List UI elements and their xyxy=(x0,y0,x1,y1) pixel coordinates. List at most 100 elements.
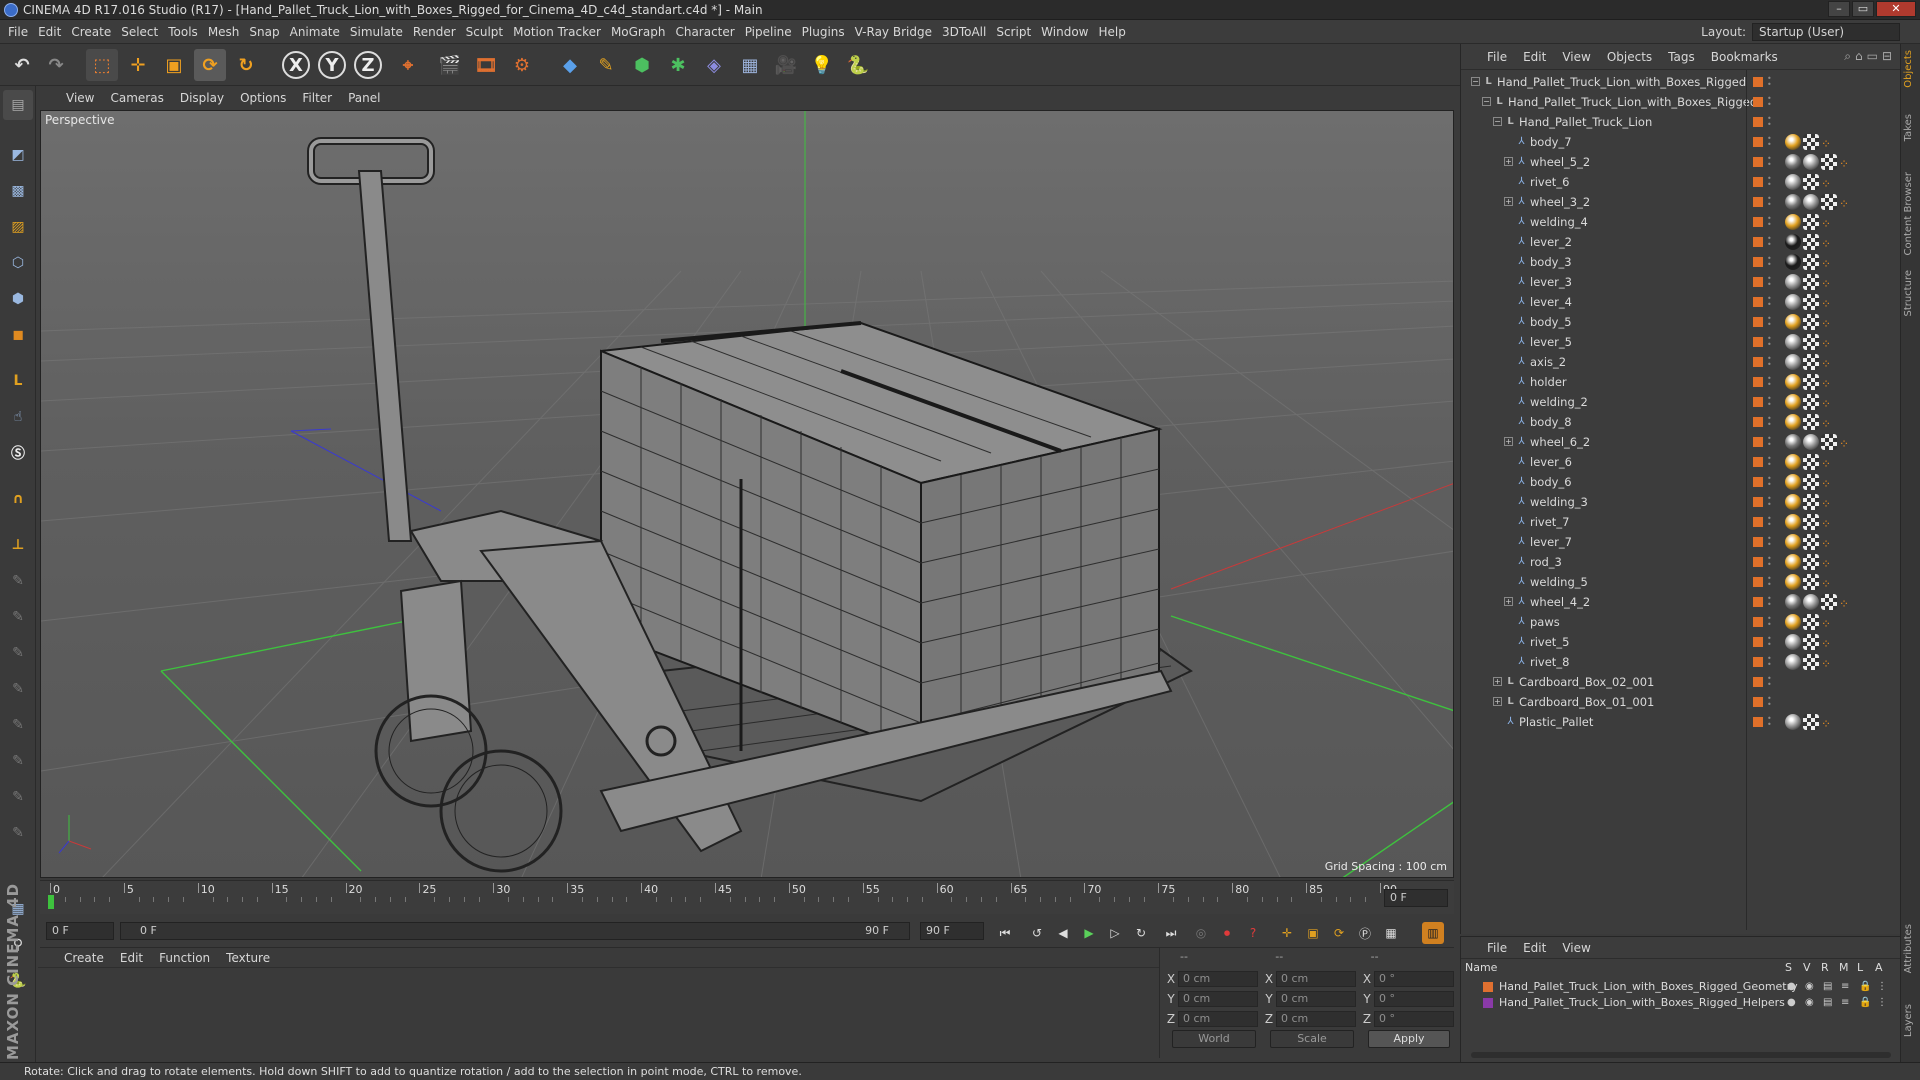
object-tag-icon[interactable]: ⁘ xyxy=(1839,194,1855,211)
visibility-dots-icon[interactable]: • • xyxy=(1767,315,1772,329)
menu-render[interactable]: Render xyxy=(413,25,456,39)
object-tag-icon[interactable] xyxy=(1785,274,1801,290)
object-tag-icon[interactable] xyxy=(1803,634,1819,650)
layer-color-flag[interactable] xyxy=(1753,557,1763,567)
end-frame-field[interactable]: 90 F xyxy=(920,922,984,940)
object-row[interactable]: ⅄ lever_6 • • ⁘ xyxy=(1461,452,1901,472)
menu-window[interactable]: Window xyxy=(1041,25,1088,39)
object-tag-icon[interactable] xyxy=(1785,354,1801,370)
object-tag-icon[interactable]: ⁘ xyxy=(1821,714,1837,731)
layer-row[interactable]: Hand_Pallet_Truck_Lion_with_Boxes_Rigged… xyxy=(1461,995,1901,1011)
material-menu-create[interactable]: Create xyxy=(64,951,104,965)
layer-color-flag[interactable] xyxy=(1753,657,1763,667)
object-tag-icon[interactable] xyxy=(1785,614,1801,630)
layer-render-toggle-icon[interactable]: ▤ xyxy=(1823,979,1832,995)
object-row[interactable]: ⅄ body_3 • • ⁘ xyxy=(1461,252,1901,272)
expand-toggle-icon[interactable]: − xyxy=(1493,117,1502,126)
object-tag-icon[interactable] xyxy=(1803,414,1819,430)
close-button[interactable]: ✕ xyxy=(1876,1,1916,17)
timeline-ruler[interactable]: 051015202530354045505560657075808590 0 F xyxy=(40,880,1454,914)
tweak-mode-icon[interactable]: ☝ xyxy=(3,402,33,432)
visibility-dots-icon[interactable]: • • xyxy=(1767,695,1772,709)
object-row[interactable]: ⅄ rivet_8 • • ⁘ xyxy=(1461,652,1901,672)
tab-objects[interactable]: Objects xyxy=(1903,50,1919,88)
object-tag-icon[interactable] xyxy=(1803,454,1819,470)
object-row[interactable]: − L Hand_Pallet_Truck_Lion • • xyxy=(1461,112,1901,132)
layer-color-flag[interactable] xyxy=(1753,477,1763,487)
sculpt-brush-3-icon[interactable]: ✎ xyxy=(3,638,33,668)
sculpt-brush-8-icon[interactable]: ✎ xyxy=(3,818,33,848)
layer-color-flag[interactable] xyxy=(1753,197,1763,207)
recent-tool-icon[interactable]: ↻ xyxy=(230,49,262,81)
layer-menu-file[interactable]: File xyxy=(1487,941,1507,955)
layer-render-toggle-icon[interactable]: ▤ xyxy=(1823,995,1832,1011)
edges-mode-icon[interactable]: ⬢ xyxy=(3,284,33,314)
object-tag-icon[interactable] xyxy=(1821,594,1837,610)
layer-visible-toggle-icon[interactable]: ◉ xyxy=(1805,979,1814,995)
object-tag-icon[interactable] xyxy=(1785,294,1801,310)
layer-color-flag[interactable] xyxy=(1753,217,1763,227)
layer-locked-toggle-icon[interactable]: 🔒 xyxy=(1859,979,1871,995)
menu-edit[interactable]: Edit xyxy=(38,25,61,39)
key-scale-icon[interactable]: ▣ xyxy=(1302,922,1324,944)
object-menu-view[interactable]: View xyxy=(1562,50,1590,64)
scale-icon[interactable]: ▣ xyxy=(158,49,190,81)
undo-icon[interactable]: ↶ xyxy=(6,49,38,81)
object-tag-icon[interactable]: ⁘ xyxy=(1821,634,1837,651)
layer-color-flag[interactable] xyxy=(1753,177,1763,187)
floor-icon[interactable]: ▦ xyxy=(734,49,766,81)
sculpt-brush-4-icon[interactable]: ✎ xyxy=(3,674,33,704)
layer-menu-edit[interactable]: Edit xyxy=(1523,941,1546,955)
object-tag-icon[interactable] xyxy=(1803,434,1819,450)
move-icon[interactable]: ✛ xyxy=(122,49,154,81)
snap-icon[interactable]: Ⓢ xyxy=(3,438,33,468)
visibility-dots-icon[interactable]: • • xyxy=(1767,235,1772,249)
expand-toggle-icon[interactable]: + xyxy=(1504,197,1513,206)
visibility-dots-icon[interactable]: • • xyxy=(1767,555,1772,569)
coordinate-system-icon[interactable]: ⌖ xyxy=(392,49,424,81)
key-point-level-icon[interactable]: ▦ xyxy=(1380,922,1402,944)
render-picture-viewer-icon[interactable]: 🎞 xyxy=(470,49,502,81)
layer-color-flag[interactable] xyxy=(1753,437,1763,447)
object-row[interactable]: + ⅄ wheel_3_2 • • ⁘ xyxy=(1461,192,1901,212)
coord-value-field[interactable]: 0 cm xyxy=(1276,991,1356,1007)
object-tag-icon[interactable]: ⁘ xyxy=(1821,334,1837,351)
layer-scrollbar[interactable] xyxy=(1471,1052,1891,1058)
object-tag-icon[interactable]: ⁘ xyxy=(1821,374,1837,391)
object-tag-icon[interactable] xyxy=(1821,194,1837,210)
material-menu-texture[interactable]: Texture xyxy=(226,951,270,965)
object-row[interactable]: ⅄ paws • • ⁘ xyxy=(1461,612,1901,632)
object-tag-icon[interactable] xyxy=(1785,314,1801,330)
object-row[interactable]: ⅄ rod_3 • • ⁘ xyxy=(1461,552,1901,572)
sculpt-brush-2-icon[interactable]: ✎ xyxy=(3,602,33,632)
object-tag-icon[interactable]: ⁘ xyxy=(1821,654,1837,671)
sculpt-brush-6-icon[interactable]: ✎ xyxy=(3,746,33,776)
object-row[interactable]: ⅄ welding_3 • • ⁘ xyxy=(1461,492,1901,512)
menu-v-ray-bridge[interactable]: V-Ray Bridge xyxy=(855,25,932,39)
menu-create[interactable]: Create xyxy=(71,25,111,39)
object-tag-icon[interactable]: ⁘ xyxy=(1821,514,1837,531)
search-icon[interactable]: ⌕ xyxy=(1844,49,1851,64)
z-axis-lock-button[interactable]: Z xyxy=(354,51,382,79)
layer-color-flag[interactable] xyxy=(1753,717,1763,727)
object-menu-objects[interactable]: Objects xyxy=(1607,50,1652,64)
visibility-dots-icon[interactable]: • • xyxy=(1767,475,1772,489)
visibility-dots-icon[interactable]: • • xyxy=(1767,275,1772,289)
visibility-dots-icon[interactable]: • • xyxy=(1767,295,1772,309)
layer-color-flag[interactable] xyxy=(1753,77,1763,87)
object-row[interactable]: ⅄ body_6 • • ⁘ xyxy=(1461,472,1901,492)
visibility-dots-icon[interactable]: • • xyxy=(1767,95,1772,109)
object-tag-icon[interactable] xyxy=(1803,134,1819,150)
object-row[interactable]: − L Hand_Pallet_Truck_Lion_with_Boxes_Rigg… xyxy=(1461,92,1901,112)
points-mode-icon[interactable]: ⬡ xyxy=(3,248,33,278)
previous-frame-icon[interactable]: ◀ xyxy=(1052,922,1074,944)
timeline-window-icon[interactable]: ▥ xyxy=(1422,922,1444,944)
previous-key-icon[interactable]: ↺ xyxy=(1026,922,1048,944)
visibility-dots-icon[interactable]: • • xyxy=(1767,595,1772,609)
menu-plugins[interactable]: Plugins xyxy=(802,25,845,39)
magnet-icon[interactable]: ∩ xyxy=(3,484,33,514)
go-to-start-icon[interactable]: ⏮ xyxy=(994,922,1016,944)
object-tag-icon[interactable] xyxy=(1785,414,1801,430)
object-tag-icon[interactable] xyxy=(1803,714,1819,730)
object-tag-icon[interactable] xyxy=(1785,534,1801,550)
